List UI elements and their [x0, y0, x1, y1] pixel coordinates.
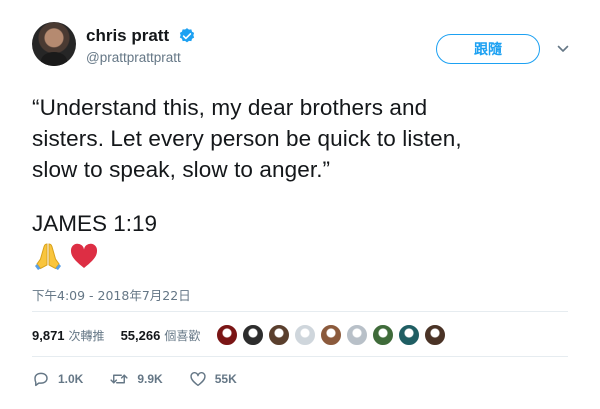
- like-count: 55,266: [120, 327, 161, 343]
- tweet-line: “Understand this, my dear brothers and: [32, 95, 428, 120]
- reply-icon: [34, 372, 48, 387]
- liker-avatar[interactable]: [346, 324, 369, 346]
- reply-count: 1.0K: [58, 372, 84, 386]
- retweet-stat[interactable]: 9,871 次轉推: [32, 327, 105, 344]
- heart-icon: [190, 371, 206, 387]
- like-stat[interactable]: 55,266 個喜歡: [121, 327, 201, 344]
- liker-avatar[interactable]: [398, 324, 421, 346]
- folded-hands-emoji: [32, 240, 64, 272]
- liker-avatars: [216, 324, 450, 346]
- tweet-verse: JAMES 1:19: [32, 211, 158, 236]
- tweet-line: slow to speak, slow to anger.”: [32, 157, 331, 182]
- retweet-icon: [110, 374, 128, 384]
- tweet-header: chris pratt @prattprattpratt 跟隨: [32, 22, 580, 78]
- liker-avatar[interactable]: [294, 324, 317, 346]
- liker-avatar[interactable]: [320, 324, 343, 346]
- liker-avatar[interactable]: [372, 324, 395, 346]
- author-display-name[interactable]: chris pratt: [86, 26, 169, 46]
- tweet-stats: 9,871 次轉推 55,266 個喜歡: [32, 323, 450, 347]
- retweet-count: 9,871: [32, 327, 65, 343]
- follow-button[interactable]: 跟隨: [436, 34, 540, 64]
- retweet-action-count: 9.9K: [137, 372, 163, 386]
- chevron-down-icon[interactable]: [556, 42, 570, 56]
- author-avatar[interactable]: [32, 22, 76, 66]
- liker-avatar[interactable]: [242, 324, 265, 346]
- tweet-line: sisters. Let every person be quick to li…: [32, 126, 462, 151]
- divider: [32, 311, 568, 312]
- reply-action[interactable]: 1.0K: [32, 370, 83, 388]
- retweet-action[interactable]: 9.9K: [109, 370, 163, 388]
- tweet-timestamp[interactable]: 下午4:09 - 2018年7月22日: [32, 285, 191, 304]
- tweet-text: “Understand this, my dear brothers and s…: [32, 92, 572, 185]
- red-heart-emoji: [68, 240, 100, 272]
- like-label: 個喜歡: [164, 328, 201, 343]
- retweet-label: 次轉推: [68, 328, 105, 343]
- liker-avatar[interactable]: [216, 324, 239, 346]
- like-action[interactable]: 55K: [189, 370, 237, 388]
- author-names: chris pratt @prattprattpratt: [86, 26, 196, 65]
- liker-avatar[interactable]: [268, 324, 291, 346]
- author-handle[interactable]: @prattprattpratt: [86, 50, 196, 65]
- tweet-actions: 1.0K 9.9K 55K: [32, 368, 263, 390]
- like-action-count: 55K: [214, 372, 237, 386]
- verified-badge-icon: [178, 27, 196, 45]
- divider: [32, 356, 568, 357]
- liker-avatar[interactable]: [424, 324, 447, 346]
